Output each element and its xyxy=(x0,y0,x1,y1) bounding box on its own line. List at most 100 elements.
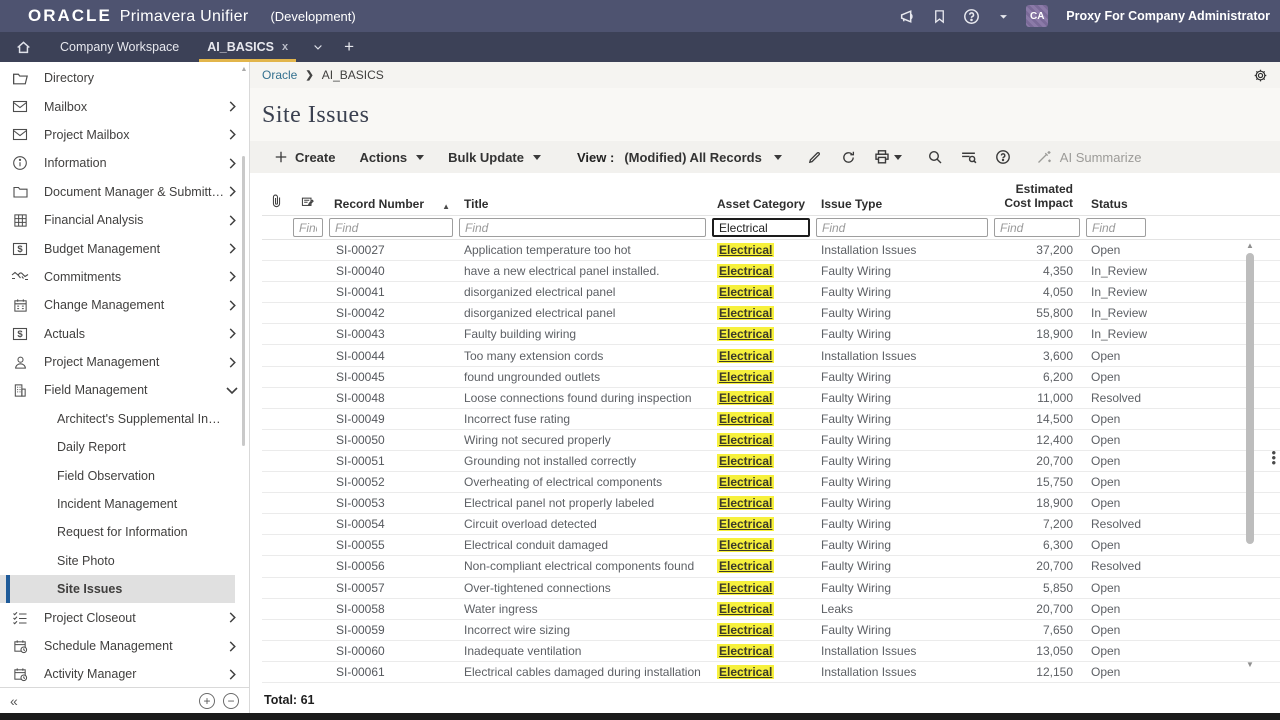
record-number-cell[interactable]: SI-00051 xyxy=(326,454,456,468)
asset-category-cell[interactable]: Electrical xyxy=(709,644,813,658)
record-number-cell[interactable]: SI-00057 xyxy=(326,581,456,595)
table-row[interactable]: SI-00061 Electrical cables damaged durin… xyxy=(262,662,1280,683)
new-tab-button[interactable]: + xyxy=(334,32,364,62)
announcements-icon[interactable] xyxy=(898,7,916,25)
asset-category-cell[interactable]: Electrical xyxy=(709,285,813,299)
table-row[interactable]: SI-00027 Application temperature too hot… xyxy=(262,240,1280,261)
sidebar-item-field-management[interactable]: Field Management xyxy=(0,376,249,404)
sidebar-item-document-manager-submittals[interactable]: Document Manager & Submittals xyxy=(0,178,249,206)
table-row[interactable]: SI-00056 Non-compliant electrical compon… xyxy=(262,556,1280,577)
scroll-down-icon[interactable]: ▼ xyxy=(1244,660,1256,669)
sidebar-item-site-photo[interactable]: Site Photo xyxy=(0,547,249,575)
table-row[interactable]: SI-00042 disorganized electrical panel E… xyxy=(262,303,1280,324)
sidebar-item-financial-analysis[interactable]: Financial Analysis xyxy=(0,206,249,234)
attachment-column-header[interactable] xyxy=(262,194,290,211)
settings-gear-icon[interactable] xyxy=(1253,68,1268,83)
asset-category-cell[interactable]: Electrical xyxy=(709,623,813,637)
asset-category-cell[interactable]: Electrical xyxy=(709,538,813,552)
sidebar-item-mailbox[interactable]: Mailbox xyxy=(0,92,249,120)
tab-ai-basics[interactable]: AI_BASICS x xyxy=(193,32,302,62)
zoom-in-icon[interactable]: + xyxy=(199,693,215,709)
asset-category-cell[interactable]: Electrical xyxy=(709,433,813,447)
sidebar-item-actuals[interactable]: $ Actuals xyxy=(0,320,249,348)
help-circle-icon[interactable] xyxy=(988,144,1018,170)
tab-list-chevron-icon[interactable] xyxy=(302,32,334,62)
asset-category-cell[interactable]: Electrical xyxy=(709,264,813,278)
panel-resize-handle[interactable]: ••• xyxy=(1271,450,1276,465)
table-row[interactable]: SI-00045 found ungrounded outlets Electr… xyxy=(262,367,1280,388)
record-number-cell[interactable]: SI-00041 xyxy=(326,285,456,299)
table-row[interactable]: SI-00043 Faulty building wiring Electric… xyxy=(262,324,1280,345)
cost-impact-column-header[interactable]: Estimated Cost Impact xyxy=(991,183,1083,211)
asset-category-cell[interactable]: Electrical xyxy=(709,370,813,384)
filter-title-input[interactable] xyxy=(459,218,706,237)
refresh-icon[interactable] xyxy=(834,144,864,170)
filter-asset-category-input[interactable] xyxy=(712,218,810,237)
record-number-cell[interactable]: SI-00055 xyxy=(326,538,456,552)
asset-category-cell[interactable]: Electrical xyxy=(709,517,813,531)
asset-category-cell[interactable]: Electrical xyxy=(709,602,813,616)
title-column-header[interactable]: Title xyxy=(456,197,709,211)
record-number-cell[interactable]: SI-00058 xyxy=(326,602,456,616)
sidebar-item-activity-manager[interactable]: Activity Manager xyxy=(0,660,249,687)
asset-category-cell[interactable]: Electrical xyxy=(709,454,813,468)
sidebar-item-daily-report[interactable]: Daily Report xyxy=(0,433,249,461)
sidebar-scrollbar[interactable]: ▲ xyxy=(240,66,248,683)
sidebar-item-change-management[interactable]: Change Management xyxy=(0,291,249,319)
avatar[interactable]: CA xyxy=(1026,5,1048,27)
filter-status-input[interactable] xyxy=(1086,218,1146,237)
asset-category-cell[interactable]: Electrical xyxy=(709,243,813,257)
record-number-cell[interactable]: SI-00045 xyxy=(326,370,456,384)
record-number-cell[interactable]: SI-00050 xyxy=(326,433,456,447)
sidebar-item-project-mailbox[interactable]: Project Mailbox xyxy=(0,121,249,149)
table-row[interactable]: SI-00058 Water ingress Electrical Leaks … xyxy=(262,599,1280,620)
breadcrumb-root-link[interactable]: Oracle xyxy=(262,68,297,82)
record-number-cell[interactable]: SI-00059 xyxy=(326,623,456,637)
sidebar-item-schedule-management[interactable]: Schedule Management xyxy=(0,632,249,660)
tab-company-workspace[interactable]: Company Workspace xyxy=(46,32,193,62)
home-icon[interactable] xyxy=(0,32,46,62)
table-row[interactable]: SI-00040 have a new electrical panel ins… xyxy=(262,261,1280,282)
sidebar-item-project-management[interactable]: Project Management xyxy=(0,348,249,376)
sidebar-item-field-observation[interactable]: Field Observation xyxy=(0,461,249,489)
record-number-cell[interactable]: SI-00052 xyxy=(326,475,456,489)
table-scroll-thumb[interactable] xyxy=(1246,253,1254,544)
sidebar-scroll-thumb[interactable] xyxy=(242,156,245,446)
table-row[interactable]: SI-00059 Incorrect wire sizing Electrica… xyxy=(262,620,1280,641)
table-row[interactable]: SI-00049 Incorrect fuse rating Electrica… xyxy=(262,409,1280,430)
sidebar-item-project-closeout[interactable]: Project Closeout xyxy=(0,603,249,631)
view-selector[interactable]: View : (Modified) All Records xyxy=(577,150,782,165)
asset-category-cell[interactable]: Electrical xyxy=(709,559,813,573)
table-row[interactable]: SI-00041 disorganized electrical panel E… xyxy=(262,282,1280,303)
asset-category-cell[interactable]: Electrical xyxy=(709,327,813,341)
sidebar-item-site-issues[interactable]: Site Issues xyxy=(0,575,235,603)
table-row[interactable]: SI-00048 Loose connections found during … xyxy=(262,388,1280,409)
record-number-cell[interactable]: SI-00061 xyxy=(326,665,456,679)
sort-ascending-icon[interactable]: ▲ xyxy=(442,202,450,211)
asset-category-cell[interactable]: Electrical xyxy=(709,665,813,679)
filter-cost-input[interactable] xyxy=(994,218,1080,237)
record-number-cell[interactable]: SI-00040 xyxy=(326,264,456,278)
actions-menu-button[interactable]: Actions xyxy=(349,141,434,173)
edit-pencil-icon[interactable] xyxy=(800,144,830,170)
bulk-update-menu-button[interactable]: Bulk Update xyxy=(438,141,551,173)
record-number-cell[interactable]: SI-00044 xyxy=(326,349,456,363)
filter-icon-input[interactable] xyxy=(293,218,323,237)
sidebar-item-commitments[interactable]: Commitments xyxy=(0,263,249,291)
table-row[interactable]: SI-00055 Electrical conduit damaged Elec… xyxy=(262,535,1280,556)
record-number-cell[interactable]: SI-00060 xyxy=(326,644,456,658)
table-row[interactable]: SI-00054 Circuit overload detected Elect… xyxy=(262,514,1280,535)
zoom-out-icon[interactable]: − xyxy=(223,693,239,709)
asset-category-cell[interactable]: Electrical xyxy=(709,306,813,320)
status-column-header[interactable]: Status xyxy=(1083,197,1149,211)
sidebar-item-request-for-information[interactable]: Request for Information xyxy=(0,518,249,546)
asset-category-cell[interactable]: Electrical xyxy=(709,349,813,363)
table-row[interactable]: SI-00060 Inadequate ventilation Electric… xyxy=(262,641,1280,662)
asset-category-cell[interactable]: Electrical xyxy=(709,391,813,405)
create-button[interactable]: Create xyxy=(264,141,345,173)
table-row[interactable]: SI-00050 Wiring not secured properly Ele… xyxy=(262,430,1280,451)
table-row[interactable]: SI-00044 Too many extension cords Electr… xyxy=(262,345,1280,366)
asset-category-cell[interactable]: Electrical xyxy=(709,496,813,510)
record-number-cell[interactable]: SI-00048 xyxy=(326,391,456,405)
ai-summarize-button[interactable]: AI Summarize xyxy=(1036,149,1142,165)
